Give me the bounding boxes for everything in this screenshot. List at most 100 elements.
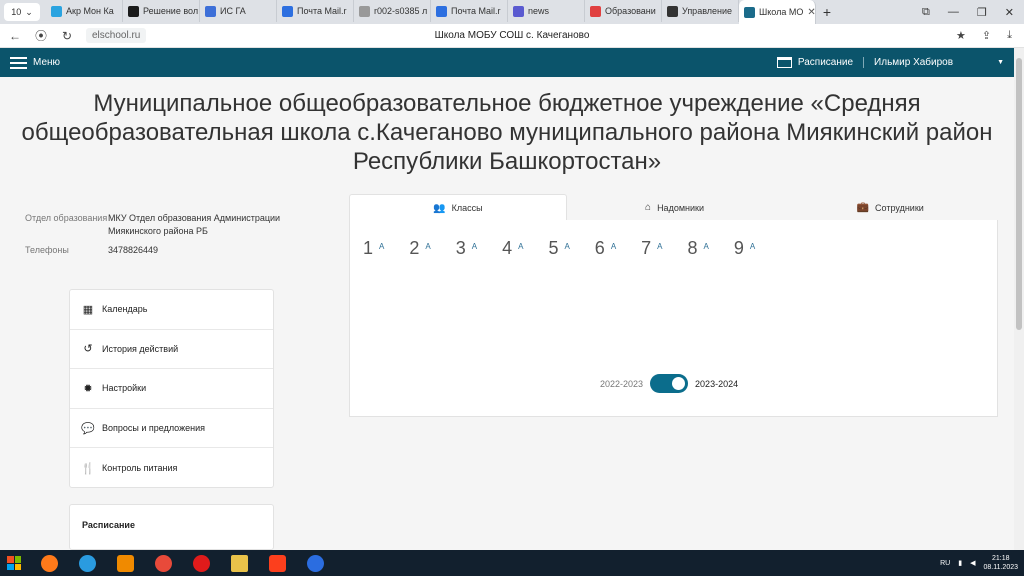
side-item-food-control[interactable]: 🍴 Контроль питания [70,448,273,488]
browser-tab[interactable]: Почта Mail.r [277,0,354,22]
school-info: Отдел образования МКУ Отдел образования … [25,212,288,263]
class-letter-link[interactable]: А [379,242,384,251]
new-tab-button[interactable]: + [816,4,838,20]
calendar-icon: ▦ [82,303,94,316]
browser-tab[interactable]: Школа МО ✕ [739,0,816,24]
grade-item[interactable]: 9А [734,238,755,259]
browser-tab[interactable]: Решение вол [123,0,200,22]
tab-staff[interactable]: 💼 Сотрудники [782,194,998,221]
clock[interactable]: 21:18 08.11.2023 [983,554,1018,572]
favicon-icon [744,6,755,18]
class-letter-link[interactable]: А [472,242,477,251]
comments-icon: 💬 [81,422,95,435]
year-switch: 2022-2023 2023-2024 [600,374,738,393]
share-icon[interactable]: ⇪ [982,29,991,42]
page-title: Школа МОБУ СОШ с. Качеганово [434,30,590,41]
browser-tab-label: Почта Mail.r [297,6,347,16]
user-menu-button[interactable]: Ильмир Хабиров [864,57,961,68]
browser-tab[interactable]: Акр Мон Ка [46,0,123,22]
side-item-feedback[interactable]: 💬 Вопросы и предложения [70,409,273,449]
menu-label: Меню [33,57,61,68]
firefox-icon[interactable] [32,551,66,575]
grade-item[interactable]: 6А [595,238,616,259]
favicon-icon [282,5,293,17]
reload-button[interactable]: ↻ [56,29,78,43]
ie-icon[interactable] [70,551,104,575]
minimize-button[interactable]: — [948,6,959,19]
class-letter-link[interactable]: А [564,242,569,251]
grade-item[interactable]: 5А [548,238,569,259]
browser-tab[interactable]: news [508,0,585,22]
media-player-icon[interactable] [108,551,142,575]
language-indicator[interactable]: RU [940,560,950,567]
side-item-calendar[interactable]: ▦ Календарь [70,290,273,330]
side-item-label: История действий [102,343,179,354]
class-letter-link[interactable]: А [750,242,755,251]
grade-item[interactable]: 4А [502,238,523,259]
tab-label: Надомники [657,202,704,213]
browser-tab[interactable]: r002-s0385 л [354,0,431,22]
side-item-settings[interactable]: ✹ Настройки [70,369,273,409]
scrollbar-thumb[interactable] [1016,58,1022,330]
browser-tab[interactable]: ИС ГА [200,0,277,22]
tabs-icon[interactable]: ⧉ [922,6,930,19]
start-button[interactable] [0,550,28,576]
grade-item[interactable]: 2А [409,238,430,259]
class-letter-link[interactable]: А [518,242,523,251]
side-item-label: Вопросы и предложения [102,423,205,434]
yandex-browser-icon[interactable] [184,551,218,575]
volume-icon[interactable]: ◀ [970,559,975,567]
download-icon[interactable]: ⤓ [1007,29,1012,42]
caret-down-icon[interactable]: ▼ [997,59,1004,66]
side-item-label: Контроль питания [102,463,178,474]
browser-tab-label: Почта Mail.r [451,6,501,16]
side-menu: ▦ Календарь ↺ История действий ✹ Настрой… [69,289,274,488]
schedule-button[interactable]: Расписание [776,57,865,68]
briefcase-icon: 💼 [856,202,870,213]
taskbar: RU ▮ ◀ 21:18 08.11.2023 [0,550,1024,576]
browser-tab[interactable]: Управление [662,0,739,22]
yandex-icon[interactable] [260,551,294,575]
side-item-label: Календарь [102,304,148,315]
tab-classes[interactable]: 👥 Классы [349,194,567,221]
tab-homeschool[interactable]: ⌂ Надомники [567,194,783,221]
close-window-button[interactable]: ✕ [1005,6,1014,19]
close-tab-icon[interactable]: ✕ [807,7,815,18]
url-field[interactable]: elschool.ru [86,28,147,43]
tab-counter[interactable]: 10 ⌄ [4,3,40,21]
year-toggle[interactable] [650,374,689,393]
year-prev-label[interactable]: 2022-2023 [600,379,643,389]
chrome-icon[interactable] [146,551,180,575]
restore-button[interactable]: ❐ [977,6,987,19]
app-icon[interactable] [298,551,332,575]
side-item-history[interactable]: ↺ История действий [70,330,273,370]
tab-count: 10 [11,7,22,17]
back-button[interactable]: ← [4,29,26,43]
chevron-down-icon: ⌄ [25,6,33,17]
class-letter-link[interactable]: А [704,242,709,251]
grade-item[interactable]: 8А [688,238,709,259]
class-letter-link[interactable]: А [425,242,430,251]
browser-tab[interactable]: Образовани [585,0,662,22]
class-letter-link[interactable]: А [611,242,616,251]
year-current-label[interactable]: 2023-2024 [695,379,738,389]
side-item-label: Настройки [102,383,147,394]
menu-button[interactable]: Меню [10,56,61,69]
grade-number: 8 [687,238,698,258]
grade-item[interactable]: 7А [641,238,662,259]
grade-number: 3 [455,238,466,258]
grade-number: 4 [502,238,513,258]
favicon-icon [436,5,447,17]
protect-icon[interactable]: ⦿ [30,27,52,44]
network-icon[interactable]: ▮ [958,559,962,567]
users-icon: 👥 [433,202,446,214]
grade-item[interactable]: 3А [456,238,477,259]
grade-number: 1 [363,238,374,258]
file-explorer-icon[interactable] [222,551,256,575]
class-letter-link[interactable]: А [657,242,662,251]
bookmark-icon[interactable]: ★ [956,29,966,42]
page-scrollbar[interactable] [1014,48,1024,550]
grade-item[interactable]: 1А [363,238,384,259]
system-tray: RU ▮ ◀ 21:18 08.11.2023 [940,554,1024,572]
browser-tab[interactable]: Почта Mail.r [431,0,508,22]
